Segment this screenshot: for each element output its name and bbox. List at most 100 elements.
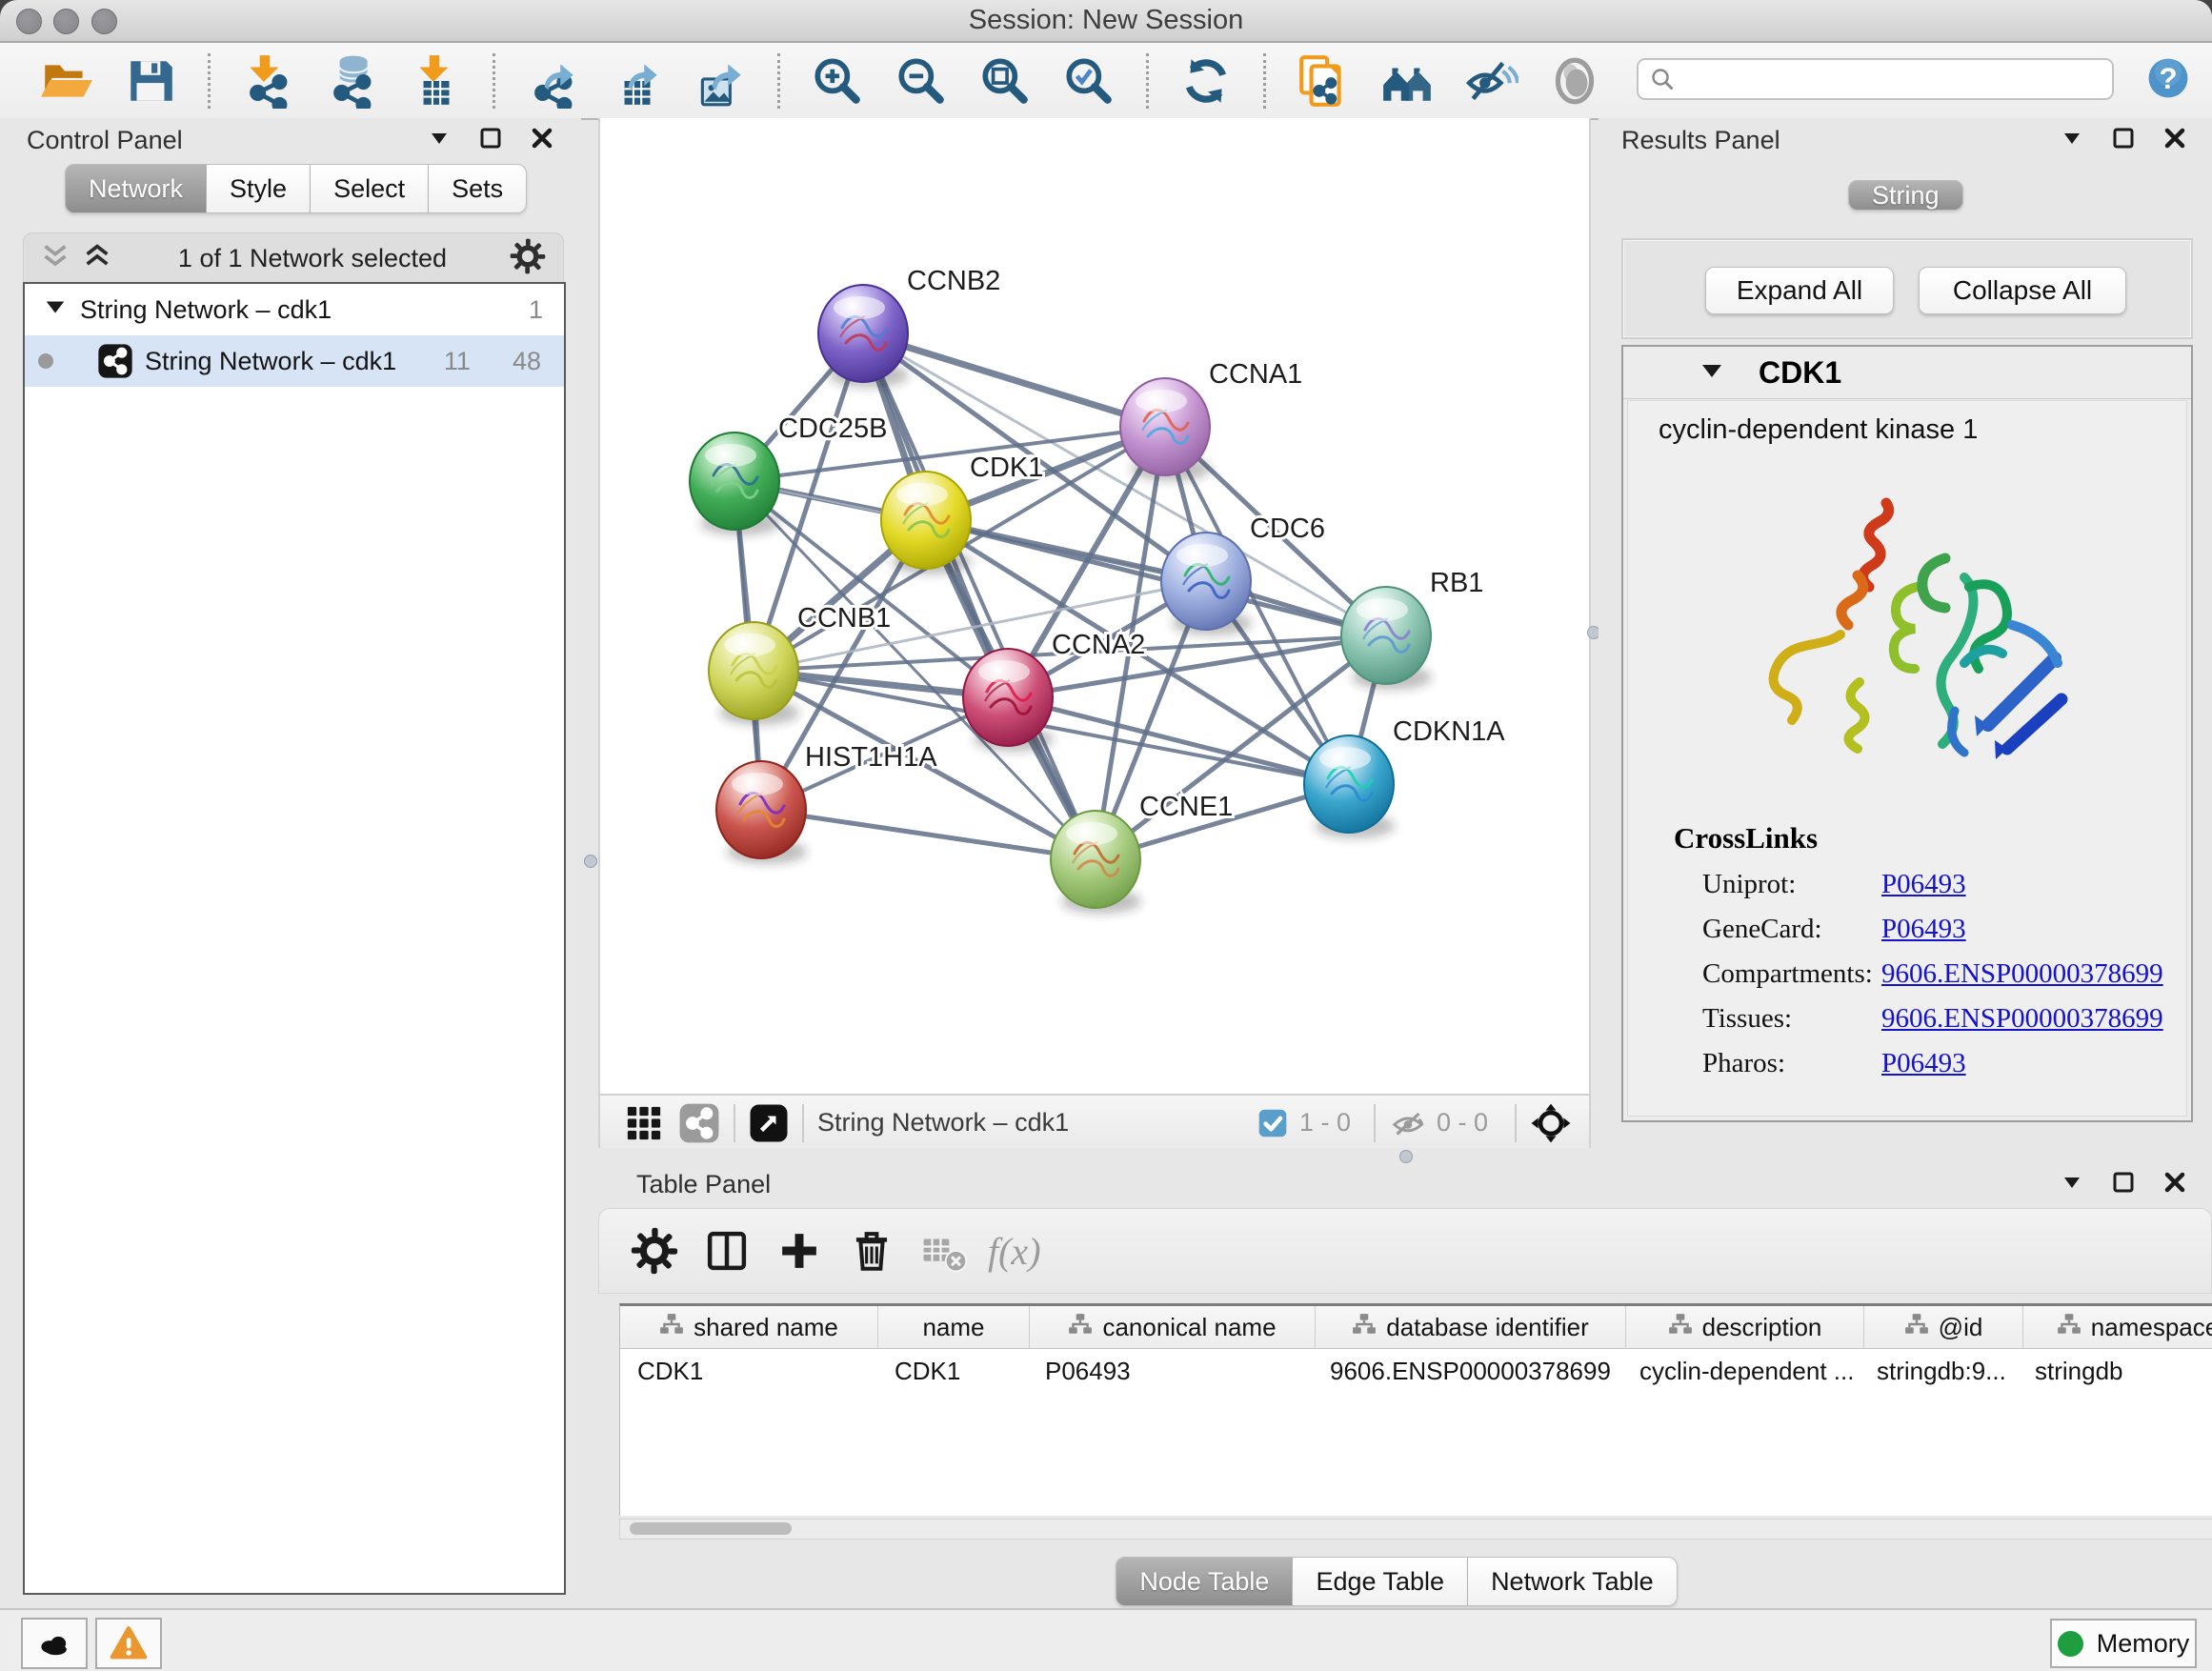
hierarchy-icon	[2057, 1312, 2081, 1343]
string-app-icon[interactable]	[1281, 51, 1365, 111]
panel-menu-icon[interactable]	[427, 126, 452, 151]
network-row-selected[interactable]: String Network – cdk1 11 48	[25, 335, 564, 387]
crosshair-icon[interactable]	[1530, 1102, 1572, 1144]
tab-node-table[interactable]: Node Table	[1116, 1557, 1293, 1606]
panel-float-icon[interactable]	[2111, 1170, 2136, 1195]
memory-button[interactable]: Memory	[2050, 1619, 2197, 1668]
network-canvas[interactable]: CCNB2CCNA1CDC25BCDK1CDC6RB1CCNB1CCNA2CDK…	[598, 118, 1591, 1094]
search-input[interactable]	[1675, 63, 2112, 95]
expand-all-button[interactable]: Expand All	[1705, 267, 1894, 314]
tab-string[interactable]: String	[1848, 180, 1963, 211]
panel-float-icon[interactable]	[478, 126, 503, 151]
panel-close-icon[interactable]	[530, 126, 554, 151]
tab-network-table[interactable]: Network Table	[1468, 1557, 1678, 1606]
export-network-icon[interactable]	[511, 51, 594, 111]
cell[interactable]: CDK1	[620, 1349, 877, 1393]
node-CDKN1A[interactable]: CDKN1A	[1304, 716, 1505, 838]
cell[interactable]: stringdb	[2018, 1349, 2212, 1393]
table-hscrollbar[interactable]	[619, 1519, 2212, 1540]
collapse-all-icon[interactable]	[41, 242, 73, 275]
crosslink-value-link[interactable]: P06493	[1881, 869, 1966, 900]
collection-expander-icon[interactable]	[44, 295, 67, 325]
column-header-database-identifier[interactable]: database identifier	[1316, 1306, 1626, 1348]
column-header--id[interactable]: @id	[1864, 1306, 2023, 1348]
collapse-all-button[interactable]: Collapse All	[1919, 267, 2126, 314]
crosslink-label: Compartments:	[1702, 958, 1881, 990]
zoom-in-icon[interactable]	[795, 51, 879, 111]
column-header-name[interactable]: name	[878, 1306, 1030, 1348]
section-expander-icon[interactable]	[1699, 358, 1724, 388]
import-table-icon[interactable]	[393, 51, 477, 111]
zoom-out-icon[interactable]	[879, 51, 963, 111]
protein-name: CDK1	[1759, 355, 1841, 391]
network-view-icon[interactable]	[678, 1102, 720, 1144]
node-HIST1H1A[interactable]: HIST1H1A	[716, 742, 937, 864]
split-panel-icon[interactable]	[691, 1220, 763, 1281]
cloud-button[interactable]	[21, 1618, 88, 1669]
selected-checkbox-icon[interactable]	[1257, 1108, 1288, 1138]
export-table-icon[interactable]	[594, 51, 678, 111]
tab-sets[interactable]: Sets	[429, 164, 527, 213]
protein-section-header[interactable]: CDK1	[1623, 347, 2191, 399]
save-session-icon[interactable]	[109, 51, 192, 111]
inspect-eye-icon[interactable]	[1533, 51, 1617, 111]
control-panel: Control Panel NetworkStyleSelectSets 1 o…	[0, 118, 581, 1606]
refresh-icon[interactable]	[1164, 51, 1248, 111]
cell[interactable]: stringdb:9...	[1860, 1349, 2018, 1393]
panel-menu-icon[interactable]	[2060, 1170, 2084, 1195]
crosslink-row: Tissues:9606.ENSP00000378699	[1702, 1003, 2186, 1035]
tab-select[interactable]: Select	[311, 164, 429, 213]
warning-button[interactable]	[95, 1618, 162, 1669]
zoom-selected-icon[interactable]	[1047, 51, 1131, 111]
edge-CCNB2-CCNE1[interactable]	[863, 333, 1096, 859]
network-collection-row[interactable]: String Network – cdk1 1	[25, 284, 564, 335]
crosslink-value-link[interactable]: P06493	[1881, 914, 1966, 945]
table-row[interactable]: CDK1CDK1P064939606.ENSP00000378699cyclin…	[620, 1349, 2212, 1393]
table-panel-splitter[interactable]	[581, 1148, 2212, 1164]
grid-view-icon[interactable]	[625, 1104, 663, 1142]
table-tabs: Node TableEdge TableNetwork Table	[581, 1557, 2212, 1606]
tab-edge-table[interactable]: Edge Table	[1293, 1557, 1468, 1606]
cell[interactable]: CDK1	[877, 1349, 1028, 1393]
crosslink-value-link[interactable]: P06493	[1881, 1048, 1966, 1079]
crosslink-value-link[interactable]: 9606.ENSP00000378699	[1881, 958, 2163, 990]
cell[interactable]: P06493	[1028, 1349, 1313, 1393]
home-icon[interactable]	[1365, 51, 1449, 111]
gear-icon[interactable]	[510, 238, 548, 279]
table-settings-gear-icon[interactable]	[618, 1220, 691, 1281]
node-RB1[interactable]: RB1	[1341, 568, 1483, 690]
panel-menu-icon[interactable]	[2060, 126, 2084, 151]
tab-network[interactable]: Network	[65, 164, 207, 213]
panel-float-icon[interactable]	[2111, 126, 2136, 151]
add-column-icon[interactable]	[763, 1220, 835, 1281]
birdseye-view-icon[interactable]	[749, 1103, 789, 1143]
edge-HIST1H1A-CCNE1[interactable]	[761, 810, 1096, 859]
cell[interactable]: cyclin-dependent ...	[1622, 1349, 1860, 1393]
tab-style[interactable]: Style	[207, 164, 311, 213]
node-CCNA1[interactable]: CCNA1	[1120, 359, 1302, 481]
import-database-icon[interactable]	[310, 51, 393, 111]
column-header-shared-name[interactable]: shared name	[620, 1306, 878, 1348]
panel-close-icon[interactable]	[2162, 1170, 2187, 1195]
help-button[interactable]: ?	[2147, 57, 2189, 99]
open-session-icon[interactable]	[25, 51, 109, 111]
hsplit-handle[interactable]	[1399, 1150, 1413, 1163]
import-network-icon[interactable]	[226, 51, 310, 111]
node-CCNE1[interactable]: CCNE1	[1051, 792, 1233, 914]
node-CDC6[interactable]: CDC6	[1161, 513, 1325, 635]
hide-panel-icon[interactable]	[1449, 51, 1533, 111]
export-image-icon[interactable]	[678, 51, 762, 111]
crosslink-value-link[interactable]: 9606.ENSP00000378699	[1881, 1003, 2163, 1035]
delete-column-trash-icon[interactable]	[835, 1220, 908, 1281]
cell[interactable]: 9606.ENSP00000378699	[1313, 1349, 1622, 1393]
node-table[interactable]: shared namenamecanonical namedatabase id…	[619, 1303, 2212, 1516]
zoom-fit-icon[interactable]	[963, 51, 1047, 111]
panel-close-icon[interactable]	[2162, 126, 2187, 151]
left-splitter-handle[interactable]	[584, 855, 597, 868]
scrollbar-thumb[interactable]	[630, 1522, 792, 1535]
expand-all-icon[interactable]	[83, 242, 115, 275]
column-header-description[interactable]: description	[1626, 1306, 1864, 1348]
column-header-namespace[interactable]: namespace	[2023, 1306, 2212, 1348]
column-header-canonical-name[interactable]: canonical name	[1030, 1306, 1316, 1348]
edge-CCNB2-CCNA1[interactable]	[863, 333, 1165, 427]
